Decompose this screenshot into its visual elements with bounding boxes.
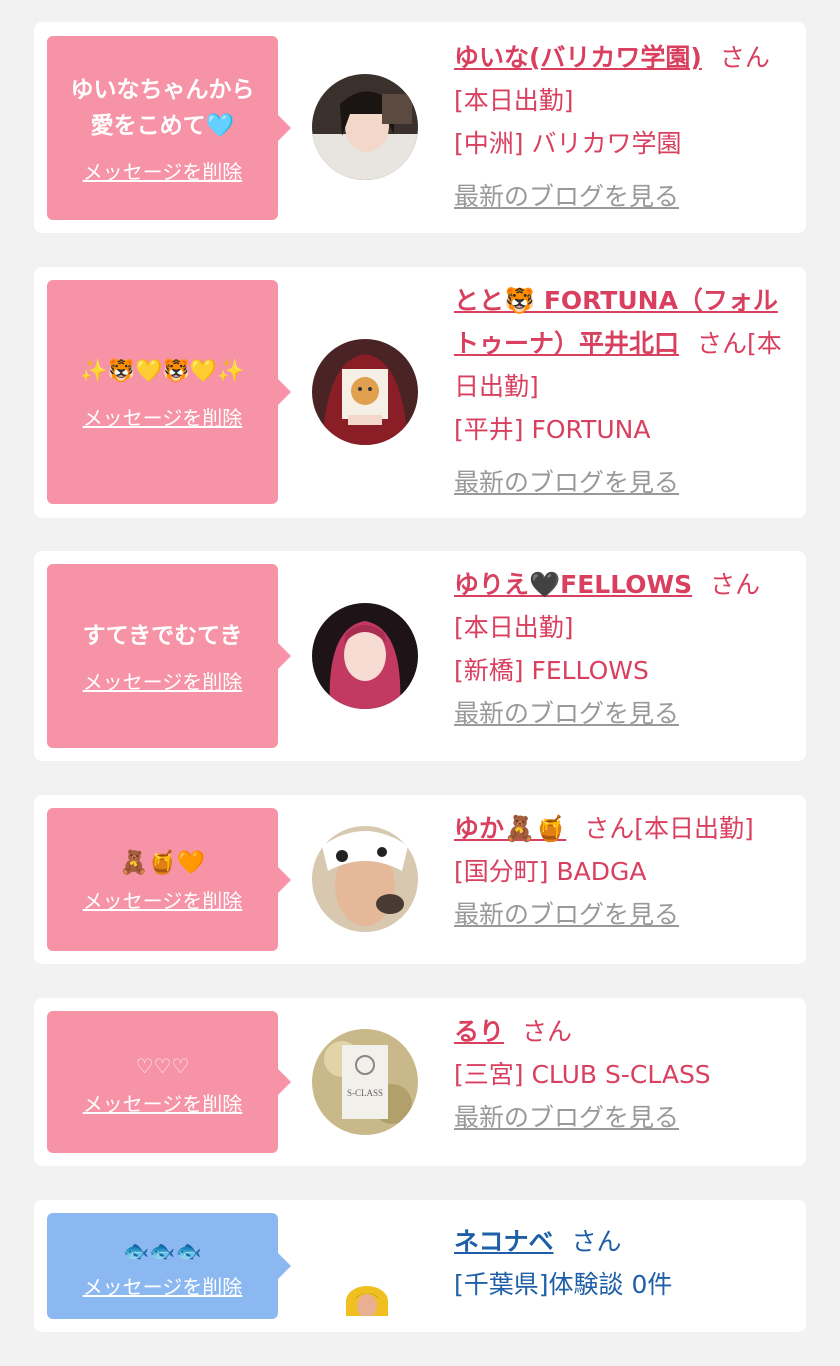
avatar-photo-icon (312, 339, 418, 445)
cast-name-link[interactable]: ゆりえ🖤FELLOWS (454, 570, 692, 599)
message-card: ゆいなちゃんから愛をこめて🩵 メッセージを削除 ゆいな(バリカワ学園) さん [本日… (34, 22, 806, 233)
message-text: ✨🐯💛🐯💛✨ (80, 358, 245, 384)
san-label: さん (571, 1227, 622, 1256)
message-bubble: ゆいなちゃんから愛をこめて🩵 メッセージを削除 (47, 36, 291, 220)
shop-label: [平井] FORTUNA (454, 415, 651, 444)
cast-name-link[interactable]: ゆか🧸🍯 (454, 814, 566, 843)
avatar[interactable] (312, 74, 418, 180)
avatar-small[interactable] (346, 1286, 388, 1316)
message-card: 🧸🍯🧡 メッセージを削除 ゆか🧸🍯 さん[本日出勤] [国分町] BADGA 最新… (34, 795, 806, 964)
shop-info: ゆいな(バリカワ学園) さん [本日出勤] [中洲] バリカワ学園 最新のブログを見… (454, 36, 794, 218)
message-bubble: すてきでむてき メッセージを削除 (47, 564, 291, 748)
cast-name-link[interactable]: ネコナベ (454, 1227, 554, 1256)
san-label: さん (719, 43, 770, 72)
cast-name-link[interactable]: ゆいな(バリカワ学園) (454, 43, 702, 72)
delete-message-link[interactable]: メッセージを削除 (83, 1088, 243, 1117)
latest-blog-link[interactable]: 最新のブログを見る (454, 893, 679, 936)
shop-info: ゆりえ🖤FELLOWS さん [本日出勤] [新橋] FELLOWS 最新のブログ… (454, 563, 794, 735)
avatar-logo-text: S-CLASS (347, 1088, 383, 1098)
delete-message-link[interactable]: メッセージを削除 (83, 156, 243, 185)
latest-blog-link[interactable]: 最新のブログを見る (454, 1096, 679, 1139)
avatar-photo-icon (312, 826, 418, 932)
avatar-photo-icon (312, 603, 418, 709)
status-label: [本日出勤] (454, 86, 574, 115)
shop-info: ネコナベ さん [千葉県]体験談 0件 (454, 1220, 794, 1306)
message-card: ✨🐯💛🐯💛✨ メッセージを削除 とと🐯 FORTUNA（フォルトゥーナ）平井北口… (34, 267, 806, 518)
shop-info: とと🐯 FORTUNA（フォルトゥーナ）平井北口 さん[本日出勤] [平井] FO… (454, 279, 794, 504)
message-text: ♡♡♡ (135, 1053, 190, 1078)
shop-label: [国分町] BADGA (454, 857, 647, 886)
san-label: さん (584, 814, 635, 843)
message-bubble: ✨🐯💛🐯💛✨ メッセージを削除 (47, 280, 291, 504)
status-label: [本日出勤] (634, 814, 754, 843)
san-label: さん (697, 329, 748, 358)
shop-label: [三宮] CLUB S-CLASS (454, 1060, 711, 1089)
shop-info: るり さん [三宮] CLUB S-CLASS 最新のブログを見る (454, 1010, 794, 1139)
avatar[interactable] (312, 339, 418, 445)
message-card: ♡♡♡ メッセージを削除 S-CLASS るり さん [三宮] CLUB S-CL… (34, 998, 806, 1166)
shop-label: [千葉県]体験談 0件 (454, 1270, 673, 1299)
latest-blog-link[interactable]: 最新のブログを見る (454, 692, 679, 735)
delete-message-link[interactable]: メッセージを削除 (83, 402, 243, 431)
avatar[interactable]: S-CLASS (312, 1029, 418, 1135)
delete-message-link[interactable]: メッセージを削除 (83, 885, 243, 914)
avatar-photo-icon (312, 74, 418, 180)
avatar-photo-icon (346, 1286, 388, 1316)
message-text: すてきでむてき (82, 622, 243, 649)
san-label: さん (522, 1017, 573, 1046)
delete-message-link[interactable]: メッセージを削除 (83, 1271, 243, 1300)
san-label: さん (710, 570, 761, 599)
avatar-logo-sclass-icon: S-CLASS (312, 1029, 418, 1135)
avatar[interactable] (312, 603, 418, 709)
message-card: すてきでむてき メッセージを削除 ゆりえ🖤FELLOWS さん [本日出勤] [新… (34, 551, 806, 761)
message-text: 🐟🐟🐟 (123, 1238, 202, 1263)
shop-label: [新橋] FELLOWS (454, 656, 649, 685)
message-bubble: 🐟🐟🐟 メッセージを削除 (47, 1213, 291, 1319)
delete-message-link[interactable]: メッセージを削除 (83, 666, 243, 695)
message-text: ゆいなちゃんから愛をこめて🩵 (70, 76, 255, 139)
cast-name-link[interactable]: るり (454, 1017, 504, 1046)
message-bubble: 🧸🍯🧡 メッセージを削除 (47, 808, 291, 951)
status-label: [本日出勤] (454, 613, 574, 642)
latest-blog-link[interactable]: 最新のブログを見る (454, 461, 679, 504)
message-text: 🧸🍯🧡 (119, 850, 206, 876)
message-bubble: ♡♡♡ メッセージを削除 (47, 1011, 291, 1153)
shop-label: [中洲] バリカワ学園 (454, 129, 682, 158)
avatar[interactable] (312, 826, 418, 932)
shop-info: ゆか🧸🍯 さん[本日出勤] [国分町] BADGA 最新のブログを見る (454, 807, 804, 936)
latest-blog-link[interactable]: 最新のブログを見る (454, 175, 679, 218)
message-card: 🐟🐟🐟 メッセージを削除 ネコナベ さん [千葉県]体験談 0件 (34, 1200, 806, 1332)
